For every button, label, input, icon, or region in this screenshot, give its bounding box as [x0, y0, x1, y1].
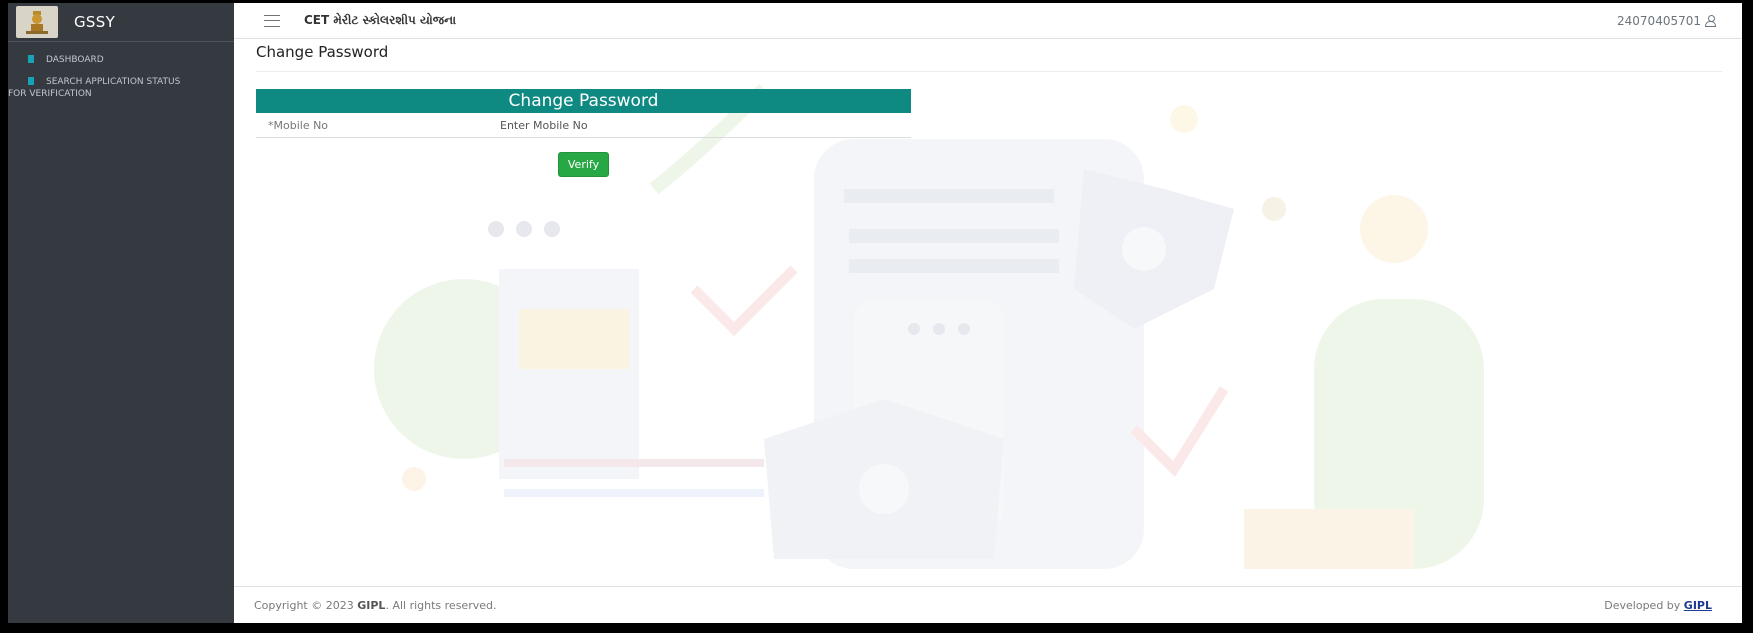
file-icon [28, 77, 34, 85]
main-content: Change Password Change Password *Mobile … [234, 39, 1742, 587]
state-emblem-icon [16, 6, 58, 38]
developed-by: Developed by GIPL [1604, 599, 1712, 612]
verify-button[interactable]: Verify [557, 152, 610, 177]
user-id: 24070405701 [1617, 13, 1701, 28]
divider [256, 71, 1722, 72]
user-menu[interactable]: 24070405701 [1617, 14, 1716, 28]
mobile-row: *Mobile No [256, 113, 911, 138]
card-header: Change Password [256, 89, 911, 113]
change-password-card: Change Password *Mobile No Verify [256, 89, 911, 177]
mobile-label: *Mobile No [268, 118, 329, 132]
developer-link[interactable]: GIPL [1684, 599, 1712, 612]
app-window: GSSY DASHBOARD SEARCH APPLICATION STATUS… [8, 3, 1742, 623]
sidebar-item-label: DASHBOARD [46, 55, 104, 65]
sidebar: GSSY DASHBOARD SEARCH APPLICATION STATUS… [8, 3, 234, 623]
brand-name: GSSY [74, 13, 116, 31]
file-icon [28, 55, 34, 63]
copyright-prefix: Copyright © 2023 [254, 598, 354, 612]
button-row: Verify [256, 138, 911, 177]
brand-link[interactable]: GSSY [8, 3, 234, 42]
sidebar-item-search-application-status[interactable]: SEARCH APPLICATION STATUS FOR VERIFICATI… [8, 72, 234, 106]
developed-by-label: Developed by [1604, 598, 1681, 612]
mobile-input[interactable] [498, 117, 802, 133]
sidebar-item-label-line2: FOR VERIFICATION [8, 89, 92, 99]
user-icon [1705, 14, 1716, 27]
footer: Copyright © 2023 GIPL. All rights reserv… [234, 586, 1742, 623]
top-navbar: CET મેરીટ સ્કોલરશીપ યોજના 24070405701 [234, 3, 1742, 39]
sidebar-item-dashboard[interactable]: DASHBOARD [8, 50, 234, 72]
copyright-suffix: . All rights reserved. [385, 598, 497, 612]
sidebar-nav: DASHBOARD SEARCH APPLICATION STATUS FOR … [8, 42, 234, 106]
page-title: Change Password [256, 43, 389, 61]
app-title: CET મેરીટ સ્કોલરશીપ યોજના [304, 13, 457, 27]
sidebar-item-label: SEARCH APPLICATION STATUS [46, 77, 181, 87]
hamburger-menu-icon[interactable] [264, 14, 280, 27]
company-name: GIPL [357, 598, 386, 612]
copyright: Copyright © 2023 GIPL. All rights reserv… [254, 599, 496, 612]
